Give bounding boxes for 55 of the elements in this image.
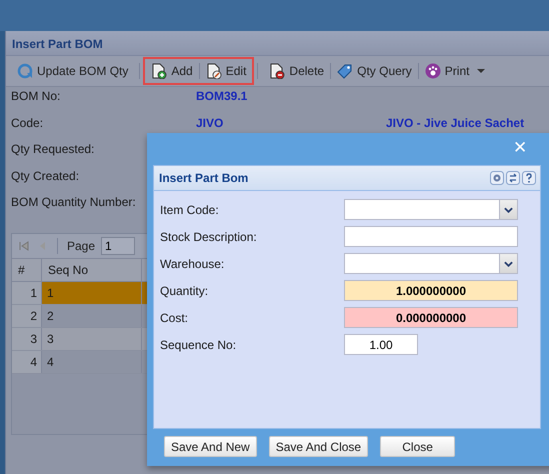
refresh-icon [17, 63, 33, 79]
tag-icon [337, 63, 354, 79]
dialog-button[interactable]: Save And Close [268, 436, 368, 457]
dropdown-field[interactable] [344, 199, 518, 220]
row-number: 4 [12, 351, 42, 373]
dialog-button[interactable]: Save And New [164, 436, 257, 457]
toolbar-button[interactable]: Add [148, 61, 196, 81]
document-add-icon [151, 63, 168, 79]
input-field[interactable] [344, 226, 518, 247]
row-number: 2 [12, 305, 42, 327]
table-cell: 2 [42, 305, 142, 327]
field-label: Stock Description: [160, 230, 258, 244]
toolbar-button[interactable]: Qty Query [334, 61, 415, 81]
chevron-down-icon [504, 206, 513, 212]
swap-icon[interactable] [506, 171, 520, 185]
field-label: Item Code: [160, 202, 220, 216]
toolbar-button[interactable]: Delete [266, 61, 328, 81]
input-field[interactable]: 1.00 [344, 334, 418, 355]
page-field[interactable]: 1 [101, 237, 136, 255]
toolbar-button[interactable]: Update BOM Qty [14, 61, 132, 81]
field-value: JIVO [196, 116, 224, 130]
table-cell: 1 [42, 282, 142, 304]
code-description: JIVO - Jive Juice Sachet [386, 116, 524, 130]
field-label: Qty Requested: [11, 142, 94, 156]
table-cell: 4 [42, 351, 142, 373]
paw-icon [424, 63, 441, 79]
table-cell: 3 [42, 328, 142, 350]
column-header[interactable]: Seq No [42, 259, 142, 281]
toolbar-button[interactable]: Print [422, 61, 488, 81]
field-label: Quantity: [160, 284, 210, 298]
column-header[interactable]: # [12, 259, 42, 281]
document-edit-icon [206, 63, 222, 79]
field-label: BOM Quantity Number: [11, 195, 136, 209]
toolbar-button[interactable]: Edit [202, 61, 250, 81]
field-label: Warehouse: [160, 256, 226, 270]
settings-icon[interactable] [490, 171, 504, 185]
input-field[interactable]: 1.000000000 [344, 280, 518, 301]
page-label: Page [67, 239, 96, 253]
form-title: Insert Part Bom [159, 171, 248, 185]
document-remove-icon [269, 63, 286, 79]
row-number: 1 [12, 282, 42, 304]
panel-title: Insert Part BOM [6, 31, 549, 56]
field-label: BOM No: [11, 89, 60, 103]
field-value: BOM39.1 [196, 89, 248, 103]
chevron-down-icon [504, 260, 513, 266]
field-label: Code: [11, 116, 44, 130]
dialog-button[interactable]: Close [380, 436, 456, 457]
dropdown-field[interactable] [344, 253, 518, 274]
first-page-icon[interactable] [18, 240, 30, 252]
field-label: Cost: [160, 310, 190, 324]
help-icon[interactable] [522, 171, 536, 185]
row-number: 3 [12, 328, 42, 350]
input-field[interactable]: 0.000000000 [344, 307, 518, 328]
field-label: Sequence No: [160, 338, 238, 352]
field-label: Qty Created: [11, 168, 80, 182]
